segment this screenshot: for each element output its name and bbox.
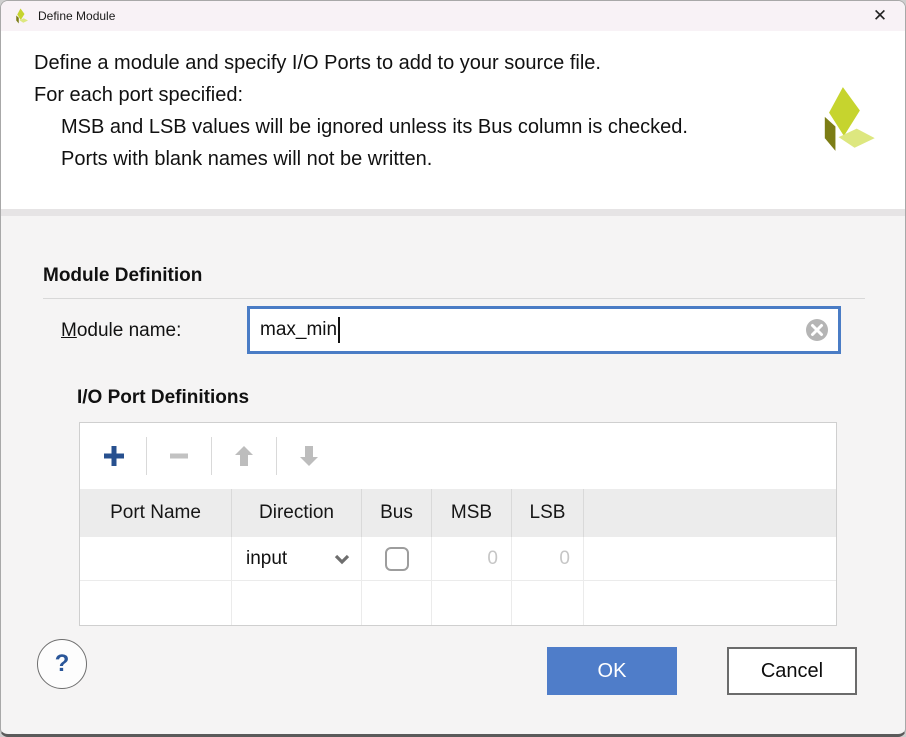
column-header-filler bbox=[584, 489, 836, 537]
column-header-lsb: LSB bbox=[512, 489, 584, 537]
row-filler bbox=[584, 537, 836, 581]
direction-value: input bbox=[246, 548, 287, 570]
close-icon[interactable]: ✕ bbox=[863, 3, 897, 29]
clear-input-icon[interactable] bbox=[805, 318, 829, 342]
remove-port-button[interactable] bbox=[162, 439, 196, 473]
description-line-3: MSB and LSB values will be ignored unles… bbox=[34, 111, 797, 143]
direction-select[interactable]: input bbox=[232, 537, 362, 581]
msb-cell[interactable]: 0 bbox=[432, 537, 512, 581]
text-caret bbox=[338, 317, 340, 343]
row-filler bbox=[584, 581, 836, 625]
toolbar-separator bbox=[146, 437, 147, 475]
port-row-2 bbox=[80, 581, 836, 625]
cancel-button[interactable]: Cancel bbox=[727, 647, 857, 695]
arrow-down-icon bbox=[297, 444, 321, 468]
bus-cell[interactable] bbox=[362, 581, 432, 625]
column-header-direction: Direction bbox=[232, 489, 362, 537]
port-name-cell[interactable] bbox=[80, 537, 232, 581]
column-header-bus: Bus bbox=[362, 489, 432, 537]
minus-icon bbox=[167, 444, 191, 468]
module-name-label: Module name: bbox=[61, 320, 181, 342]
ok-button[interactable]: OK bbox=[547, 647, 677, 695]
add-port-button[interactable] bbox=[97, 439, 131, 473]
lsb-cell[interactable] bbox=[512, 581, 584, 625]
bus-checkbox[interactable] bbox=[385, 547, 409, 571]
help-button[interactable]: ? bbox=[37, 639, 87, 689]
port-name-cell[interactable] bbox=[80, 581, 232, 625]
module-name-value: max_min bbox=[260, 319, 337, 341]
port-table-header: Port Name Direction Bus MSB LSB bbox=[80, 489, 836, 537]
vivado-logo bbox=[811, 83, 879, 155]
port-table-toolbar bbox=[80, 423, 836, 489]
vivado-app-icon bbox=[13, 8, 29, 24]
direction-cell[interactable] bbox=[232, 581, 362, 625]
io-port-definitions-heading: I/O Port Definitions bbox=[77, 387, 249, 409]
title-bar: Define Module ✕ bbox=[1, 1, 905, 31]
port-row-1: input 0 0 bbox=[80, 537, 836, 581]
module-definition-heading: Module Definition bbox=[43, 265, 202, 287]
move-port-down-button[interactable] bbox=[292, 439, 326, 473]
plus-icon bbox=[102, 444, 126, 468]
panel-separator bbox=[1, 209, 906, 216]
chevron-down-icon bbox=[333, 550, 351, 568]
toolbar-separator bbox=[211, 437, 212, 475]
module-name-label-rest: odule name: bbox=[77, 320, 182, 341]
io-port-table: Port Name Direction Bus MSB LSB input 0 … bbox=[79, 422, 837, 626]
description-line-4: Ports with blank names will not be writt… bbox=[34, 143, 797, 175]
description-line-1: Define a module and specify I/O Ports to… bbox=[34, 47, 797, 79]
toolbar-separator bbox=[276, 437, 277, 475]
column-header-msb: MSB bbox=[432, 489, 512, 537]
module-name-label-accel: M bbox=[61, 320, 77, 341]
section-divider bbox=[43, 298, 865, 299]
arrow-up-icon bbox=[232, 444, 256, 468]
msb-cell[interactable] bbox=[432, 581, 512, 625]
define-module-dialog: Define Module ✕ Define a module and spec… bbox=[0, 0, 906, 737]
module-name-input[interactable]: max_min bbox=[247, 306, 841, 354]
column-header-port-name: Port Name bbox=[80, 489, 232, 537]
description-panel: Define a module and specify I/O Ports to… bbox=[1, 31, 906, 209]
window-title: Define Module bbox=[38, 9, 863, 23]
description-line-2: For each port specified: bbox=[34, 79, 797, 111]
lsb-cell[interactable]: 0 bbox=[512, 537, 584, 581]
move-port-up-button[interactable] bbox=[227, 439, 261, 473]
bus-cell bbox=[362, 537, 432, 581]
